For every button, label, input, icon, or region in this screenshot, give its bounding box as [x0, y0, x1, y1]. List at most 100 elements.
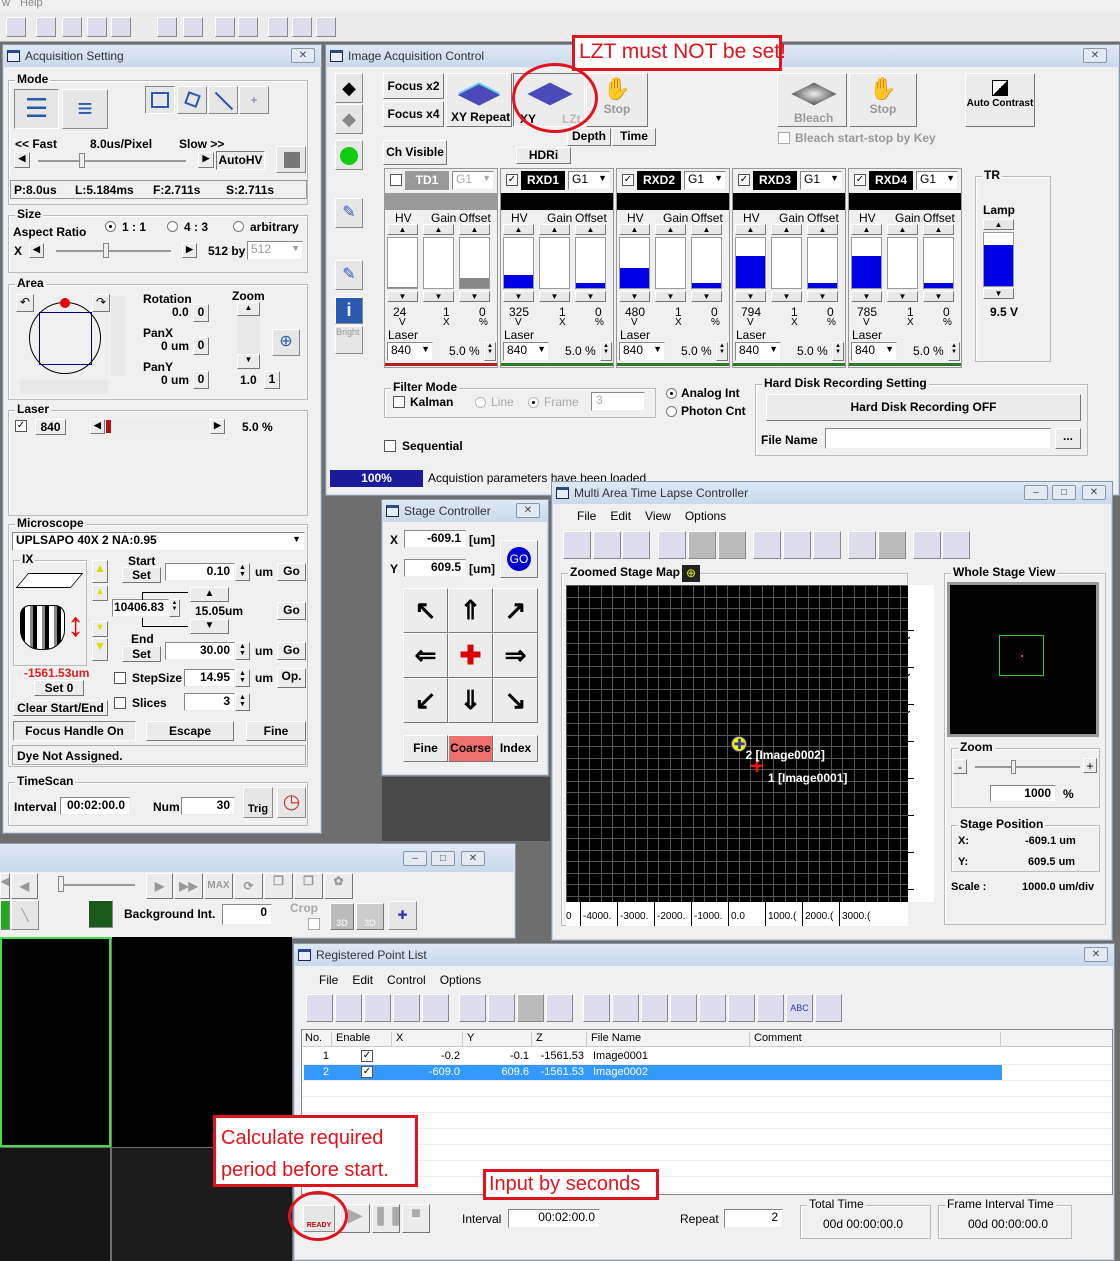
laser-power-slider[interactable]	[105, 420, 209, 433]
monitor-icon[interactable]	[183, 17, 203, 37]
new-icon[interactable]	[335, 994, 362, 1022]
whole-stage-view[interactable]	[947, 582, 1099, 737]
zoom-magnifier-icon[interactable]: ⊕	[272, 329, 300, 356]
cut-icon[interactable]	[459, 994, 486, 1022]
menu-edit[interactable]: Edit	[610, 509, 631, 523]
column-header-no[interactable]: No.	[302, 1032, 332, 1047]
laser-select[interactable]: 840 ▼	[735, 342, 781, 361]
end-spinner[interactable]: ▲ ▼	[235, 642, 250, 660]
menu-file[interactable]: File	[319, 973, 338, 987]
paste-icon[interactable]	[517, 994, 544, 1022]
settings-tool-icon[interactable]	[942, 531, 970, 559]
laser-wavelength-button[interactable]: 840	[35, 419, 66, 435]
map-zoom-out-button[interactable]: -	[953, 759, 967, 774]
offset-up-button[interactable]: ▲	[807, 224, 838, 235]
laser-checkbox[interactable]: ✓	[15, 420, 27, 432]
stage-index-button[interactable]: Index	[493, 735, 538, 762]
laser-power-spinner[interactable]: ▲ ▼	[832, 342, 844, 361]
hard-disk-recording-button[interactable]: Hard Disk Recording OFF	[766, 394, 1081, 421]
step-up-button[interactable]: ▲	[190, 587, 229, 602]
hv-up-button[interactable]: ▲	[851, 224, 882, 235]
time-info-icon[interactable]: ◷	[277, 787, 306, 818]
gain-select[interactable]: G1 ▼	[684, 171, 726, 190]
stepsize-op-button[interactable]: Op.	[277, 668, 306, 688]
stage-move-center-button[interactable]: ✚	[448, 633, 493, 678]
zoom-slider[interactable]: ▲ ▼	[237, 302, 260, 370]
app-icon-1[interactable]	[6, 17, 26, 37]
focus-down-icon[interactable]: ◆	[335, 104, 363, 134]
crop-checkbox[interactable]	[308, 918, 320, 930]
info-icon[interactable]: i	[335, 297, 363, 324]
offset-down-button[interactable]: ▼	[807, 291, 838, 302]
next-frame-button[interactable]: ▶	[146, 873, 173, 899]
file-name-input[interactable]	[825, 428, 1051, 449]
kalman-checkbox[interactable]	[393, 396, 405, 408]
background-tool-icon[interactable]	[88, 900, 113, 928]
autohv-button[interactable]: AutoHV	[216, 151, 265, 170]
size-y-select[interactable]: 512 ▼	[247, 241, 303, 260]
gain-down-button[interactable]: ▼	[887, 291, 918, 302]
bleach-button[interactable]: Bleach	[777, 73, 847, 127]
channel-enable-checkbox[interactable]	[390, 174, 402, 186]
save-icon[interactable]	[422, 994, 449, 1022]
hv-up-button[interactable]: ▲	[735, 224, 766, 235]
rotation-handle[interactable]	[60, 298, 70, 308]
column-header-y[interactable]: Y	[464, 1032, 532, 1047]
live-color-icon[interactable]	[335, 140, 363, 170]
menu-help[interactable]: Help	[20, 0, 43, 9]
close-button[interactable]: ✕	[516, 503, 540, 518]
line-tool-icon[interactable]: ╲	[11, 900, 39, 930]
size-right-button[interactable]: ▶	[182, 243, 197, 258]
end-go-button[interactable]: Go	[277, 642, 306, 660]
open-icon[interactable]	[364, 994, 391, 1022]
rotation-reset-button[interactable]: 0	[193, 304, 209, 322]
zoomed-stage-map[interactable]: +1 [Image0001] ✚ 2 [Image0002]	[566, 585, 908, 902]
bright-z-icon[interactable]: Bright	[335, 326, 363, 354]
dye-settings-icon[interactable]: ✎	[335, 198, 363, 228]
stop-button[interactable]: ■	[402, 1204, 430, 1233]
channel-enable-checkbox[interactable]: ✓	[506, 174, 518, 186]
bleach-key-checkbox[interactable]	[778, 132, 790, 144]
trigger-button[interactable]: Trig	[243, 787, 273, 818]
gain-up-button[interactable]: ▲	[655, 224, 686, 235]
stage-move-down-button[interactable]: ⇓	[448, 678, 493, 723]
offset-down-button[interactable]: ▼	[691, 291, 722, 302]
offset-up-button[interactable]: ▲	[575, 224, 606, 235]
stage-y-input[interactable]: 609.5	[404, 559, 466, 577]
stage-fine-button[interactable]: Fine	[403, 735, 448, 762]
hv-down-button[interactable]: ▼	[851, 291, 882, 302]
column-header-z[interactable]: Z	[533, 1032, 587, 1047]
shift-icon[interactable]	[641, 994, 668, 1022]
analog-int-radio[interactable]	[666, 388, 677, 399]
image-panel-1[interactable]	[0, 937, 111, 1147]
focus-handle-button[interactable]: Focus Handle On	[13, 721, 136, 741]
prev-frame-button[interactable]: ◀	[11, 873, 38, 899]
focus-up-icon[interactable]: ◆	[335, 73, 363, 103]
timescan-interval-input[interactable]: 00:02:00.0	[60, 797, 130, 815]
menu-options[interactable]: Options	[440, 973, 481, 987]
stage-register-icon[interactable]: ✚	[388, 901, 417, 930]
photon-cnt-radio[interactable]	[666, 406, 677, 417]
register-point-icon[interactable]	[563, 531, 591, 559]
start-go-button[interactable]: Go	[277, 563, 306, 581]
delete-icon[interactable]	[546, 994, 573, 1022]
focus-x2-button[interactable]: Focus x2	[383, 73, 444, 99]
laser-select[interactable]: 840 ▼	[619, 342, 665, 361]
lamp-up-button[interactable]: ▲	[983, 219, 1014, 230]
add-point-icon[interactable]	[658, 531, 686, 559]
xy-repeat-button[interactable]: XY Repeat	[446, 73, 512, 127]
save-tool-icon[interactable]	[728, 994, 755, 1022]
pause-button[interactable]: ❚❚	[372, 1204, 400, 1233]
fret2-icon[interactable]	[316, 17, 336, 37]
map-zoom-in-button[interactable]: +	[1083, 758, 1097, 773]
maximize-button[interactable]: □	[431, 851, 455, 866]
line-scan-icon[interactable]	[208, 86, 238, 114]
map-grid-icon[interactable]	[753, 531, 781, 559]
auto-contrast-button[interactable]: Auto Contrast	[965, 73, 1035, 127]
pany-scrollbar[interactable]	[111, 296, 125, 376]
gain-down-button[interactable]: ▼	[423, 291, 454, 302]
offset-down-button[interactable]: ▼	[923, 291, 954, 302]
stage-move-up-right-button[interactable]: ↗	[493, 588, 538, 633]
laser-select[interactable]: 840 ▼	[387, 342, 433, 361]
line-radio[interactable]	[475, 397, 486, 408]
